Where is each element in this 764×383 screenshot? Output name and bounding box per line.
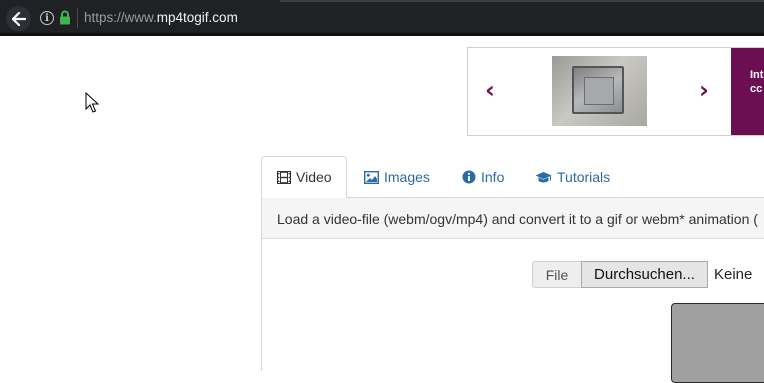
video-preview-area [671,303,764,383]
tab-info-label: Info [481,169,505,185]
back-button[interactable] [6,6,31,31]
tab-info[interactable]: Info [448,156,518,198]
carousel-thumbnail[interactable] [552,56,647,126]
url-separator [77,8,78,28]
tab-images[interactable]: Images [350,156,444,198]
info-circle-icon [462,170,476,184]
tab-images-label: Images [384,169,430,185]
browser-toolbar: i https://www.mp4togif.com [0,0,764,36]
browse-button[interactable]: Durchsuchen... [581,261,708,288]
tab-video-label: Video [296,169,332,185]
carousel: ‹ › Int cc [467,47,764,136]
carousel-next-button[interactable]: › [699,78,709,102]
carousel-promo-panel[interactable]: Int cc [731,48,764,135]
panel-description: Load a video-file (webm/ogv/mp4) and con… [262,198,764,239]
mouse-cursor-icon [85,92,99,113]
video-panel: Load a video-file (webm/ogv/mp4) and con… [261,198,764,383]
tab-video[interactable]: Video [261,156,347,198]
tab-tutorials[interactable]: Tutorials [521,156,624,198]
graduation-cap-icon [535,171,552,182]
url-domain: mp4togif.com [156,10,238,25]
carousel-prev-button[interactable]: ‹ [485,78,495,102]
cpu-die [584,77,614,105]
tab-tutorials-label: Tutorials [557,169,611,185]
arrow-left-icon [11,11,26,26]
site-info-icon[interactable]: i [40,11,54,25]
cpu-image [572,66,624,114]
film-icon [277,170,291,184]
file-label: File [532,261,582,288]
lock-icon[interactable] [59,10,71,25]
no-file-text: Keine [714,266,753,283]
url-prefix: https://www. [84,10,157,25]
active-tab-indicator [280,0,764,2]
address-field[interactable]: https://www.mp4togif.com [84,10,238,25]
image-icon [364,170,379,184]
